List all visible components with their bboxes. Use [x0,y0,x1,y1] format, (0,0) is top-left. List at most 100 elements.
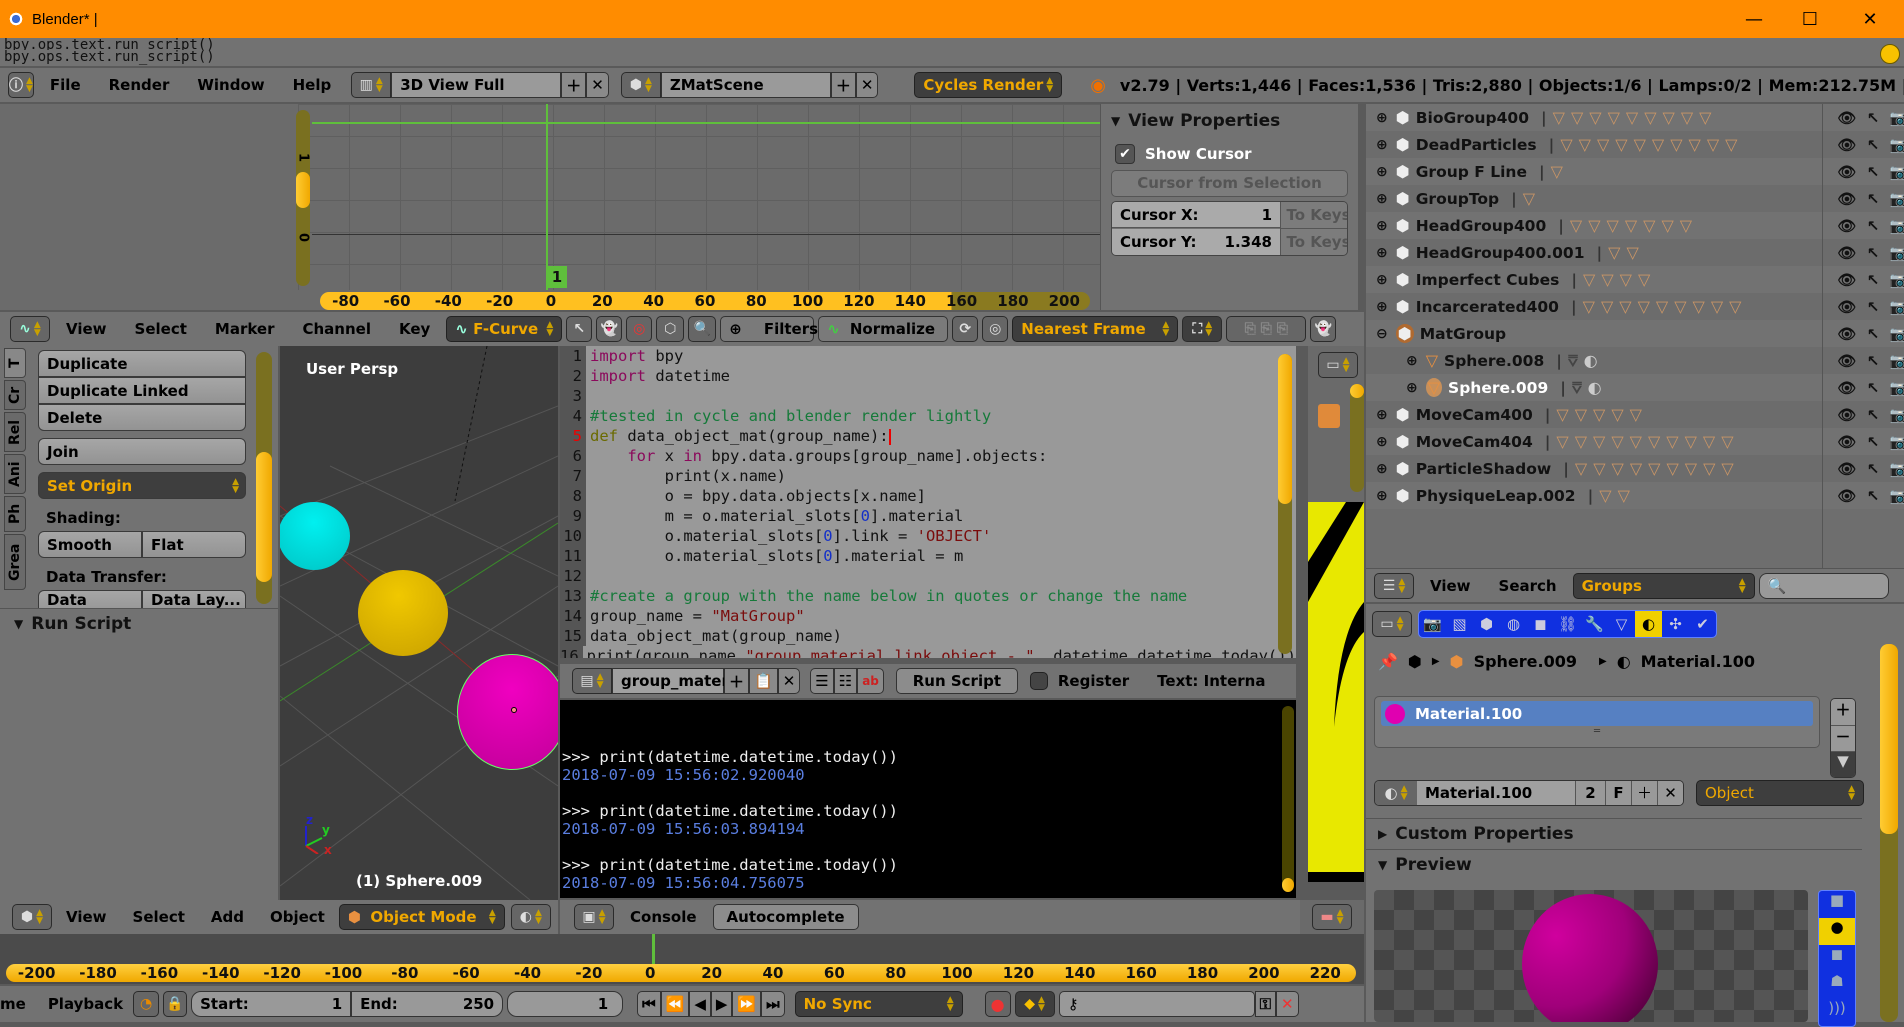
graph-frame-ruler[interactable]: -80 -60 -40 -20 0 20 40 60 80 100 120 140 160 180 200 [320,292,1090,310]
render-camera-icon[interactable]: 📷 [1886,460,1904,478]
expand-toggle-icon[interactable]: ⊕ [1376,299,1388,315]
end-frame-field[interactable]: End: 250 [351,991,504,1017]
preview-monkey-icon[interactable]: ☗ [1819,972,1855,999]
viewport-menu-object[interactable]: Object [258,908,337,926]
selectability-arrow-icon[interactable]: ↖ [1860,109,1886,127]
render-camera-icon[interactable]: 📷 [1886,487,1904,505]
current-frame-indicator[interactable]: 1 [547,266,567,288]
code-line[interactable]: 8 o = bpy.data.objects[x.name] [560,486,1280,506]
pivot-point-dropdown[interactable]: ⛶ ▲ ▼ [1182,316,1223,342]
view-properties-header[interactable]: ▼ View Properties [1101,106,1358,136]
child-object-icon[interactable]: ▽ [1663,108,1675,127]
child-object-icon[interactable]: ▽ [1689,135,1701,154]
cursor-from-selection-button[interactable]: Cursor from Selection [1111,170,1348,197]
cursor-x-to-keys-button[interactable]: To Keys [1280,202,1347,229]
object-mode-dropdown[interactable]: ⬢ Object Mode ▲ ▼ [338,904,505,930]
child-object-icon[interactable]: ▽ [1575,405,1587,424]
expand-toggle-icon[interactable]: ⊕ [1376,218,1388,234]
outliner-row[interactable]: ⊕ ⬢ HeadGroup400 | ▽ ▽ ▽ ▽ ▽ ▽ ▽ 👁 ↖ 📷 [1366,212,1904,239]
lock-time-cursor-toggle[interactable]: 🔒 [163,991,188,1017]
outliner-row[interactable]: ⊕ ⬢ MoveCam404 | ▽ ▽ ▽ ▽ ▽ ▽ ▽ ▽ ▽ ▽ 👁 ↖ 📷 [1366,428,1904,455]
menu-file[interactable]: File [38,76,93,94]
code-line[interactable]: 2 import datetime [560,366,1280,386]
outliner-row[interactable]: ⊕ ⬢ Group F Line | ▽ 👁 ↖ 📷 [1366,158,1904,185]
expand-toggle-icon[interactable]: ⊕ [1376,272,1388,288]
preview-cube-icon[interactable]: ◼ [1819,945,1855,972]
only-errors-toggle[interactable]: ◎ [626,316,653,342]
jump-prev-key-button[interactable]: ⏪ [660,991,690,1017]
child-object-icon[interactable]: ▽ [1725,135,1737,154]
copy-keyframes-button[interactable]: ⎘ ⎘ ⎘ [1226,316,1307,342]
constraints-tab-icon[interactable]: ⛓ [1554,611,1581,637]
insert-keyframe-button[interactable]: ⚿ [1254,991,1277,1017]
child-object-icon[interactable]: ▽ [1553,108,1565,127]
child-object-icon[interactable]: ▽ [1685,459,1697,478]
preview-sphere-icon[interactable]: ● [1819,918,1855,945]
mesh-data-icon[interactable]: ⩢ [1568,351,1578,371]
code-line[interactable]: 12 [560,566,1280,586]
cursor-x-field[interactable]: Cursor X: 1 [1112,202,1280,228]
child-object-icon[interactable]: ▽ [1619,297,1631,316]
child-object-icon[interactable]: ▽ [1523,189,1535,208]
keyframe-type-dropdown[interactable]: ◆ ▲ ▼ [1014,991,1055,1017]
selectability-arrow-icon[interactable]: ↖ [1860,217,1886,235]
set-origin-dropdown[interactable]: Set Origin ▲ ▼ [38,472,246,499]
child-object-icon[interactable]: ▽ [1638,270,1650,289]
outliner-row[interactable]: ⊕ ⬢ PhysiqueLeap.002 | ▽ ▽ 👁 ↖ 📷 [1366,482,1904,509]
preview-panel-header[interactable]: ▼ Preview [1366,849,1862,879]
child-object-icon[interactable]: ▽ [1601,270,1613,289]
child-object-icon[interactable]: ▽ [1601,297,1613,316]
text-editor-scrollbar[interactable] [1278,354,1292,654]
play-button[interactable]: ▶ [710,991,733,1017]
code-line[interactable]: 16 print(group_name,"group material link … [560,646,1296,658]
auto-keying-toggle[interactable]: ● [984,991,1011,1017]
child-object-icon[interactable]: ▽ [1608,243,1620,262]
material-slots-list[interactable]: Material.100 ═ [1374,696,1820,748]
play-reverse-button[interactable]: ◀ [689,991,711,1017]
tool-shelf-scroll-thumb[interactable] [256,452,272,582]
material-icon[interactable]: ◐ [1584,351,1598,370]
scene-tab-icon[interactable]: ⬢ [1473,611,1500,637]
use-preview-range-toggle[interactable]: ◔ [133,991,160,1017]
child-object-icon[interactable]: ▽ [1661,216,1673,235]
normalize-button[interactable]: ∿ Normalize [818,316,949,342]
console-scroll-thumb[interactable] [1282,878,1294,892]
selectability-arrow-icon[interactable]: ↖ [1860,379,1886,397]
menu-help[interactable]: Help [281,76,344,94]
graph-menu-view[interactable]: View [54,320,119,338]
render-layers-tab-icon[interactable]: ▧ [1446,611,1473,637]
child-object-icon[interactable]: ▽ [1630,432,1642,451]
visibility-eye-icon[interactable]: 👁 [1834,379,1860,397]
outliner-menu-view[interactable]: View [1418,577,1483,595]
child-object-icon[interactable]: ▽ [1652,135,1664,154]
outliner-row[interactable]: ⊕ ⬢ Imperfect Cubes | ▽ ▽ ▽ ▽ 👁 ↖ 📷 [1366,266,1904,293]
register-checkbox[interactable] [1029,672,1048,690]
child-object-icon[interactable]: ▽ [1618,486,1630,505]
slot-specials-button[interactable]: ▼ [1831,751,1855,777]
outliner-item-name[interactable]: MoveCam400 [1416,406,1533,424]
child-object-icon[interactable]: ▽ [1575,432,1587,451]
child-object-icon[interactable]: ▽ [1703,459,1715,478]
selectability-arrow-icon[interactable]: ↖ [1860,244,1886,262]
child-object-icon[interactable]: ▽ [1721,432,1733,451]
code-line[interactable]: 9 m = o.material_slots[0].material [560,506,1280,526]
menu-window[interactable]: Window [185,76,276,94]
expand-toggle-icon[interactable]: ⊕ [1406,380,1418,396]
outliner-item-name[interactable]: Imperfect Cubes [1416,271,1560,289]
breadcrumb-object[interactable]: Sphere.009 [1474,652,1577,671]
viewport-menu-view[interactable]: View [54,908,119,926]
child-object-icon[interactable]: ▽ [1575,459,1587,478]
child-object-icon[interactable]: ▽ [1593,459,1605,478]
selectability-arrow-icon[interactable]: ↖ [1860,352,1886,370]
tab-grease-pencil[interactable]: Grea [4,534,26,590]
unlink-text-button[interactable]: ✕ [777,668,801,694]
graph-menu-marker[interactable]: Marker [203,320,287,338]
child-object-icon[interactable]: ▽ [1560,135,1572,154]
child-object-icon[interactable]: ▽ [1579,135,1591,154]
editor-type-outliner-button[interactable]: ☰ ▲ ▼ [1374,572,1414,599]
expand-toggle-icon[interactable]: ⊕ [1376,488,1388,504]
editor-type-properties-button[interactable]: ▭ ▲ ▼ [1318,352,1358,378]
magenta-sphere-selected[interactable] [457,654,558,770]
delete-screen-button[interactable]: ✕ [586,72,609,98]
outliner-item-name[interactable]: HeadGroup400.001 [1416,244,1585,262]
